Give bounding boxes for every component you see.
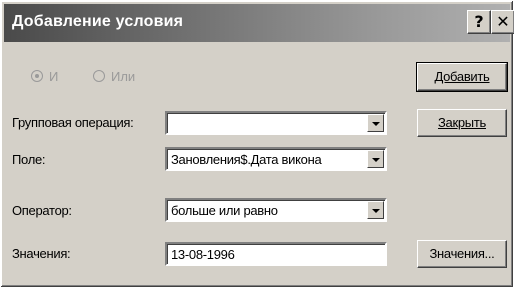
group-operation-select[interactable]: [165, 111, 387, 135]
radio-or-indicator: [93, 70, 105, 82]
values-button[interactable]: Значения...: [417, 240, 507, 268]
window-title: Добавление условия: [12, 13, 184, 30]
values-button-label: Значения...: [429, 246, 495, 261]
chevron-down-icon[interactable]: [367, 150, 384, 168]
value-input[interactable]: 13-08-1996: [165, 242, 387, 266]
chevron-down-icon[interactable]: [367, 114, 384, 132]
operator-select[interactable]: больше или равно: [165, 198, 387, 222]
radio-and[interactable]: И: [31, 67, 58, 85]
help-icon: ?: [474, 12, 484, 31]
close-icon: ✕: [496, 12, 510, 31]
close-button[interactable]: Закрыть: [417, 109, 507, 137]
add-condition-dialog: Добавление условия ? ✕ И Или Групповая о…: [0, 0, 514, 288]
operator-value: больше или равно: [171, 203, 278, 218]
title-bar[interactable]: Добавление условия ? ✕: [4, 4, 514, 42]
radio-and-label: И: [49, 68, 59, 84]
radio-or[interactable]: Или: [93, 67, 135, 85]
field-label: Поле:: [12, 152, 46, 167]
operator-label: Оператор:: [12, 203, 72, 218]
close-window-button[interactable]: ✕: [491, 10, 514, 34]
field-value: Зановления$.Дата викона: [171, 152, 322, 167]
value-label: Значения:: [12, 246, 71, 261]
help-button[interactable]: ?: [467, 10, 491, 34]
group-operation-label: Групповая операция:: [12, 115, 134, 130]
radio-and-indicator: [31, 70, 43, 82]
add-button[interactable]: Добавить: [416, 62, 508, 92]
radio-or-label: Или: [111, 68, 136, 84]
value-input-text: 13-08-1996: [171, 247, 235, 262]
add-button-label: Добавить: [434, 69, 490, 84]
field-select[interactable]: Зановления$.Дата викона: [165, 147, 387, 171]
chevron-down-icon[interactable]: [367, 201, 384, 219]
close-button-label: Закрыть: [438, 115, 486, 130]
